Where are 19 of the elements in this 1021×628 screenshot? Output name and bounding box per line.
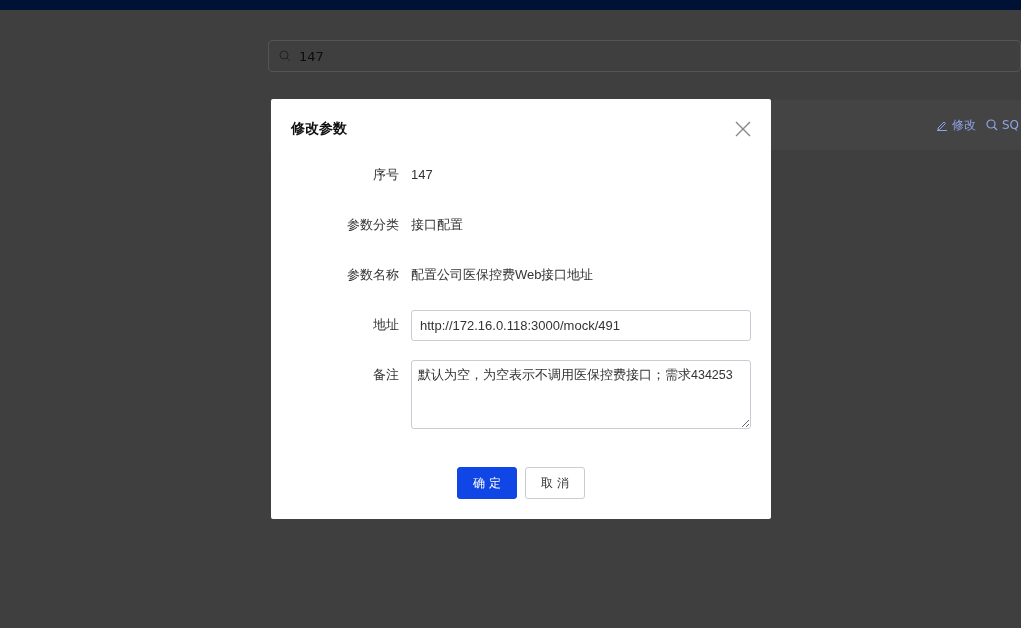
field-value: 接口配置	[411, 216, 463, 234]
close-icon[interactable]	[735, 121, 751, 137]
field-label: 备注	[372, 366, 399, 384]
search-link[interactable]: SQ	[985, 118, 1019, 132]
address-input[interactable]: http://172.16.0.118:3000/mock/491	[411, 310, 751, 341]
edit-icon	[935, 119, 948, 131]
dialog-title: 修改参数	[291, 120, 347, 138]
field-label: 序号	[372, 166, 399, 184]
confirm-button[interactable]: 确 定	[457, 467, 517, 499]
search-icon	[279, 50, 291, 62]
field-label: 地址	[372, 316, 399, 334]
field-value: 配置公司医保控费Web接口地址	[411, 266, 594, 284]
field-label: 参数名称	[346, 266, 399, 284]
edit-link[interactable]: 修改	[935, 116, 976, 134]
remark-textarea[interactable]: 默认为空，为空表示不调用医保控费接口；需求434253	[411, 360, 751, 429]
cancel-button[interactable]: 取 消	[525, 467, 585, 499]
field-label: 参数分类	[346, 216, 399, 234]
field-value: 147	[411, 166, 433, 184]
search-icon	[985, 119, 998, 131]
